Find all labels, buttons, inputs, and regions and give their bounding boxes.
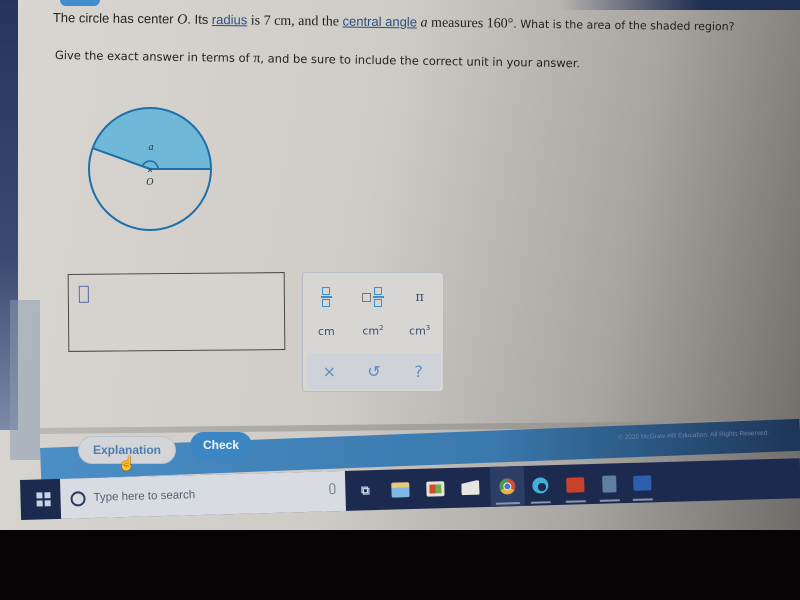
mixed-number-button[interactable] [353,287,393,307]
mail-button[interactable] [455,467,486,508]
edge-icon [532,477,549,494]
powerpoint-button[interactable] [560,464,591,505]
clear-button[interactable]: × [309,362,349,381]
unit-cm3-button[interactable]: cm3 [400,324,440,338]
store-button[interactable] [420,468,451,509]
store-icon [426,480,445,497]
calculator-button[interactable] [594,463,625,504]
search-placeholder: Type here to search [93,489,196,504]
help-button[interactable]: ? [399,362,439,381]
taskbar-search[interactable]: Type here to search [59,470,346,519]
top-tab [60,0,100,6]
question-line-1: The circle has center O. Its radius is 7… [52,10,735,34]
unit-cm2-button[interactable]: cm2 [353,324,393,338]
undo-button[interactable]: ↺ [354,362,394,381]
top-shadow [560,0,800,10]
file-explorer-button[interactable] [385,469,416,510]
input-cursor-box [78,285,89,303]
fraction-icon [320,287,332,307]
windows-logo-icon [36,492,51,507]
hand-cursor-icon: ☝ [118,455,136,471]
microphone-icon[interactable] [329,483,336,495]
keypad-row-symbols: π [303,281,443,313]
task-view-icon: ⧉ [360,482,370,497]
check-button[interactable]: Check [190,432,252,459]
task-view-button[interactable]: ⧉ [350,470,381,511]
folder-icon [391,481,410,498]
chrome-icon [499,478,516,495]
screen: The circle has center O. Its radius is 7… [0,0,800,530]
calculator-icon [602,474,617,493]
center-label: O [146,178,154,188]
center-mark: × [147,165,152,175]
keypad-row-units: cm cm2 cm3 [303,317,443,345]
circle-figure: a × O [80,100,225,240]
start-button[interactable] [28,479,59,520]
question-line-2: Give the exact answer in terms of π, and… [54,48,581,71]
radius-link[interactable]: radius [212,12,248,27]
fraction-button[interactable] [306,287,346,307]
mixed-number-icon [361,287,384,307]
chrome-button[interactable] [489,465,525,507]
angle-label: a [148,143,153,153]
circle-diagram: a × O [88,107,212,231]
math-keypad: π cm cm2 cm3 × ↺ ? [302,272,444,392]
central-angle-link[interactable]: central angle [342,14,417,30]
pi-button[interactable]: π [400,290,440,305]
answer-input[interactable] [67,272,286,352]
mail-icon [461,480,479,495]
shaded-sector [92,108,211,169]
powerpoint-icon [566,476,585,493]
edge-button[interactable] [525,465,556,506]
side-strip [10,300,40,460]
word-button[interactable] [627,462,658,503]
cortana-icon [70,490,86,507]
word-icon [633,474,652,491]
keypad-row-actions: × ↺ ? [307,353,441,389]
unit-cm-button[interactable]: cm [306,325,346,338]
